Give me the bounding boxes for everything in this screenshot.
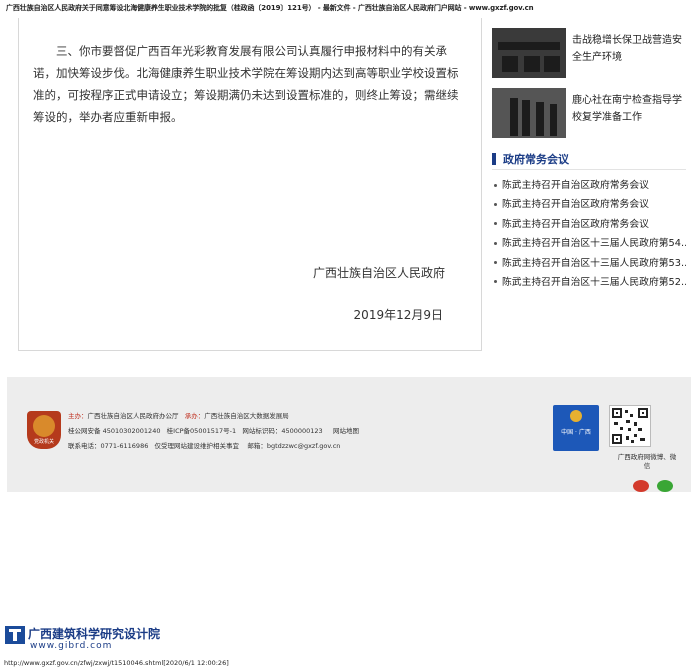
article-signature: 广西壮族自治区人民政府	[312, 266, 445, 280]
footer-record-line: 桂公网安备 45010302001240 桂ICP备05001517号-1 网站…	[68, 425, 359, 435]
emblem-star-icon	[33, 415, 55, 437]
organizer-text: 广西壮族自治区大数据发展局	[204, 412, 289, 420]
footer-contact-line: 联系电话：0771-6116986 仅受理网站建设维护相关事宜 邮箱：bgtdz…	[68, 440, 340, 450]
list-item[interactable]: 陈武主持召开自治区政府常务会议	[492, 196, 686, 215]
page-url-footer: http://www.gxzf.gov.cn/zfwj/zxwj/t151004…	[4, 659, 229, 667]
meeting-list: 陈武主持召开自治区政府常务会议 陈武主持召开自治区政府常务会议 陈武主持召开自治…	[492, 177, 686, 293]
site-footer: 党政机关 主办：广西壮族自治区人民政府办公厅 承办：广西壮族自治区大数据发展局 …	[7, 377, 691, 492]
list-item[interactable]: 陈武主持召开自治区十三届人民政府第52...	[492, 274, 686, 293]
section-title[interactable]: 政府常务会议	[503, 151, 569, 167]
meeting-link[interactable]: 陈武主持召开自治区政府常务会议	[502, 199, 649, 210]
article-date: 2019年12月9日	[353, 308, 443, 322]
bullet-icon	[494, 280, 497, 284]
national-emblem-icon	[570, 410, 582, 422]
article-paragraph: 三、你市要督促广西百年光彩教育发展有限公司认真履行申报材料中的有关承诺，加快筹设…	[33, 44, 459, 124]
china-guangxi-badge[interactable]: 中国 · 广西	[553, 405, 599, 451]
news-thumbnail[interactable]	[492, 28, 566, 78]
page-header-title: 广西壮族自治区人民政府关于同意筹设北海健康养生职业技术学院的批复（桂政函〔201…	[6, 4, 534, 12]
contact-phone: 联系电话：0771-6116986	[68, 442, 149, 450]
institute-name: 广西建筑科学研究设计院	[28, 627, 161, 641]
meeting-link[interactable]: 陈武主持召开自治区十三届人民政府第53...	[502, 258, 686, 269]
bullet-icon	[494, 222, 497, 226]
police-record[interactable]: 桂公网安备 45010302001240	[68, 427, 160, 435]
bullet-icon	[494, 261, 497, 265]
sponsor-text: 广西壮族自治区人民政府办公厅	[87, 412, 179, 420]
list-item[interactable]: 陈武主持召开自治区政府常务会议	[492, 216, 686, 235]
party-government-emblem-icon[interactable]: 党政机关	[27, 411, 61, 449]
news-title[interactable]: 击战稳增长保卫战营造安全生产环境	[572, 32, 688, 66]
bullet-icon	[494, 241, 497, 245]
meeting-link[interactable]: 陈武主持召开自治区政府常务会议	[502, 180, 649, 191]
badge-label: 中国 · 广西	[561, 429, 591, 436]
section-header: 政府常务会议	[492, 151, 686, 170]
icp-record[interactable]: 桂ICP备05001517号-1	[167, 427, 236, 435]
news-title[interactable]: 鹿心社在南宁检查指导学校复学准备工作	[572, 92, 688, 126]
emblem-label: 党政机关	[33, 439, 54, 445]
bullet-icon	[494, 183, 497, 187]
section-marker	[492, 153, 496, 165]
list-item[interactable]: 陈武主持召开自治区政府常务会议	[492, 177, 686, 196]
sponsor-label: 主办：	[68, 412, 88, 420]
footer-sponsor-line: 主办：广西壮族自治区人民政府办公厅 承办：广西壮族自治区大数据发展局	[68, 410, 289, 420]
news-thumbnail[interactable]	[492, 88, 566, 138]
institute-logo-icon	[5, 626, 25, 644]
news-item[interactable]: 击战稳增长保卫战营造安全生产环境	[492, 28, 688, 80]
contact-note: 仅受理网站建设维护相关事宜	[154, 442, 240, 450]
bullet-icon	[494, 202, 497, 206]
weibo-wechat-label: 广西政府网微博、微信	[617, 453, 677, 470]
wechat-icon[interactable]	[657, 480, 673, 492]
contact-email[interactable]: 邮箱：bgtdzzwc@gxzf.gov.cn	[247, 442, 340, 450]
institute-url: www.gibrd.com	[30, 641, 113, 651]
sitemap-link[interactable]: 网站地图	[333, 427, 359, 435]
organizer-label: 承办：	[184, 412, 205, 420]
weibo-icon[interactable]	[633, 480, 649, 492]
site-id: 网站标识码：4500000123	[242, 427, 323, 435]
qr-code-icon	[609, 405, 651, 447]
news-item[interactable]: 鹿心社在南宁检查指导学校复学准备工作	[492, 88, 688, 140]
list-item[interactable]: 陈武主持召开自治区十三届人民政府第53...	[492, 255, 686, 274]
meeting-link[interactable]: 陈武主持召开自治区政府常务会议	[502, 219, 649, 230]
article-panel: 三、你市要督促广西百年光彩教育发展有限公司认真履行申报材料中的有关承诺，加快筹设…	[18, 18, 482, 351]
meeting-link[interactable]: 陈武主持召开自治区十三届人民政府第52...	[502, 277, 686, 288]
list-item[interactable]: 陈武主持召开自治区十三届人民政府第54...	[492, 235, 686, 254]
meeting-link[interactable]: 陈武主持召开自治区十三届人民政府第54...	[502, 238, 686, 249]
